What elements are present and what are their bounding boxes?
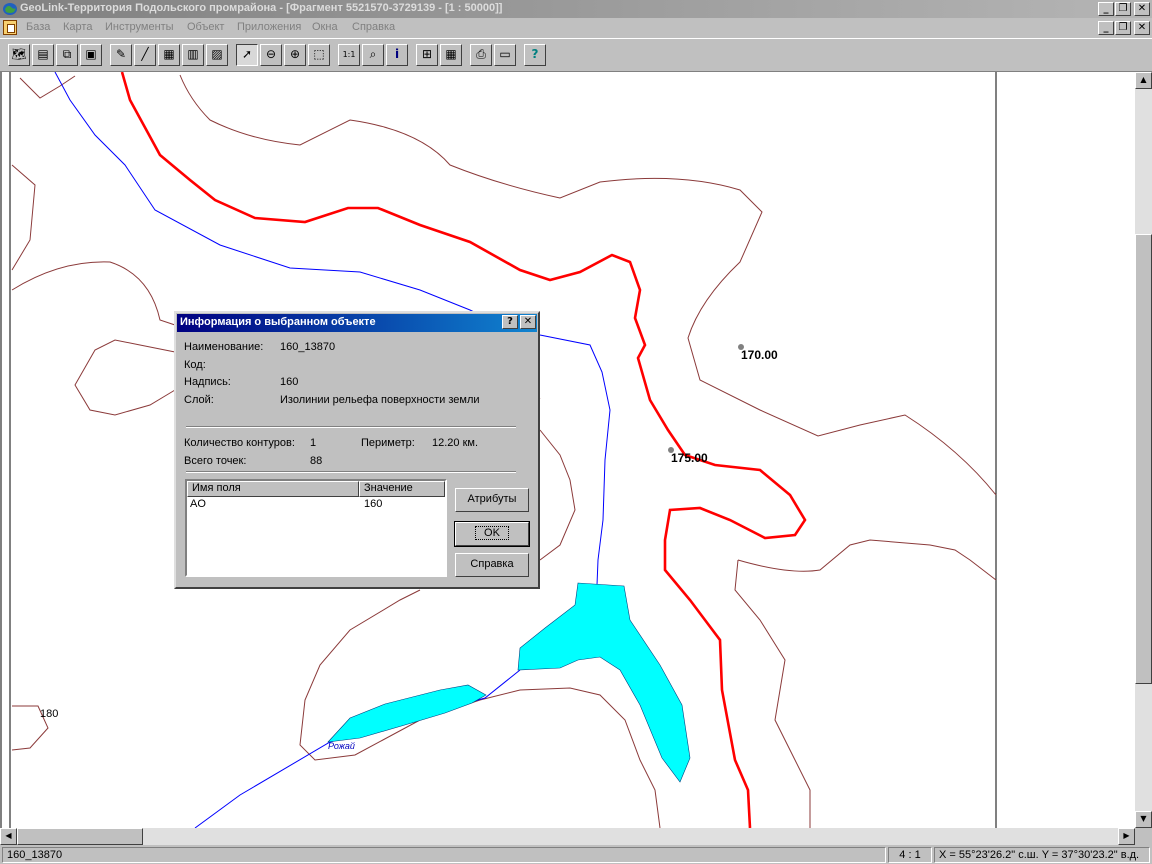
document-icon[interactable] xyxy=(3,20,17,35)
separator xyxy=(186,471,516,473)
window-title: GeoLink-Территория Подольского промрайон… xyxy=(20,2,503,14)
horizontal-scroll-thumb[interactable] xyxy=(17,828,143,845)
status-coordinates: X = 55°23'26.2" с.ш. Y = 37°30'23.2" в.д… xyxy=(934,847,1150,863)
dialog-close-button[interactable]: ✕ xyxy=(520,315,536,329)
water-body xyxy=(327,684,487,743)
zoom-area-icon[interactable]: ⬚ xyxy=(308,44,330,66)
title-bar[interactable]: GeoLink-Территория Подольского промрайон… xyxy=(0,0,1152,18)
status-scale: 4 : 1 xyxy=(888,847,932,863)
contour-line xyxy=(539,429,576,561)
attributes-button[interactable]: Атрибуты xyxy=(455,488,529,512)
menu-okna[interactable]: Окна xyxy=(312,21,338,33)
draw-line-icon[interactable]: ╱ xyxy=(134,44,156,66)
fragment-icon[interactable]: ▣ xyxy=(80,44,102,66)
code-label: Код: xyxy=(184,359,206,371)
export-icon[interactable]: ▭ xyxy=(494,44,516,66)
contour-label-170: 170.00 xyxy=(741,348,778,362)
status-object-name: 160_13870 xyxy=(2,847,886,863)
contour-line xyxy=(11,261,176,326)
contour-line xyxy=(11,164,36,271)
points-value: 88 xyxy=(310,455,323,467)
menu-baza[interactable]: База xyxy=(26,21,50,33)
scroll-right-button[interactable]: ▶ xyxy=(1118,828,1135,845)
help-button[interactable]: Справка xyxy=(455,553,529,577)
restore-button[interactable]: ❐ xyxy=(1115,2,1131,16)
name-value: 160_13870 xyxy=(280,341,336,353)
geolink-app-icon[interactable] xyxy=(2,1,18,17)
save-icon[interactable]: ▦ xyxy=(158,44,180,66)
layers-icon[interactable]: ▤ xyxy=(32,44,54,66)
copy-map-icon[interactable]: ⧉ xyxy=(56,44,78,66)
child-minimize-button[interactable]: _ xyxy=(1098,21,1114,35)
contours-value: 1 xyxy=(310,437,317,449)
attribute-list[interactable]: Имя поля Значение AO 160 xyxy=(185,479,447,577)
close-button[interactable]: ✕ xyxy=(1134,2,1150,16)
info-icon[interactable]: i xyxy=(386,44,408,66)
column-header-field[interactable]: Имя поля xyxy=(187,481,359,497)
field-name-cell: AO xyxy=(190,498,206,510)
status-bar: 160_13870 4 : 1 X = 55°23'26.2" с.ш. Y =… xyxy=(0,845,1152,864)
vertical-scrollbar[interactable]: ▲ ▼ xyxy=(1135,72,1152,828)
zoom-in-icon[interactable]: ⊕ xyxy=(284,44,306,66)
dialog-title: Информация о выбранном объекте xyxy=(180,316,376,328)
menu-instrumenty[interactable]: Инструменты xyxy=(105,21,174,33)
scale-icon[interactable]: 1:1 xyxy=(338,44,360,66)
zoom-out-icon[interactable]: ⊖ xyxy=(260,44,282,66)
object-info-dialog: Информация о выбранном объекте ? ✕ Наиме… xyxy=(174,311,540,589)
help-icon[interactable]: ? xyxy=(524,44,546,66)
horizontal-scrollbar[interactable]: ◀ ▶ xyxy=(0,828,1135,845)
print-icon[interactable]: ⎙ xyxy=(470,44,492,66)
menu-bar: База Карта Инструменты Объект Приложения… xyxy=(0,18,1152,38)
points-label: Всего точек: xyxy=(184,455,247,467)
water-bodies xyxy=(327,582,691,783)
menu-obekt[interactable]: Объект xyxy=(187,21,224,33)
layer-label: Слой: xyxy=(184,394,214,406)
contour-label-175: 175.00 xyxy=(671,451,708,465)
scroll-corner xyxy=(1135,828,1152,845)
map-view[interactable]: 170.00 175.00 180 Рожай xyxy=(0,72,1135,828)
contour-line xyxy=(74,339,176,416)
dialog-help-button[interactable]: ? xyxy=(502,315,518,329)
find-icon[interactable]: ⌕ xyxy=(362,44,384,66)
child-close-button[interactable]: ✕ xyxy=(1134,21,1150,35)
edit-object-icon[interactable]: ✎ xyxy=(110,44,132,66)
ok-button-label: OK xyxy=(475,526,509,540)
menu-prilozheniya[interactable]: Приложения xyxy=(237,21,301,33)
scroll-left-button[interactable]: ◀ xyxy=(0,828,17,845)
list-item[interactable]: AO 160 xyxy=(187,497,445,512)
pointer-icon[interactable]: ➚ xyxy=(236,44,258,66)
river-name-label: Рожай xyxy=(328,741,355,751)
column-header-value[interactable]: Значение xyxy=(359,481,445,497)
scroll-up-button[interactable]: ▲ xyxy=(1135,72,1152,89)
minimize-button[interactable]: _ xyxy=(1098,2,1114,16)
contours-label: Количество контуров: xyxy=(184,437,295,449)
perimeter-value: 12.20 км. xyxy=(432,437,479,449)
separator xyxy=(186,426,516,428)
toolbar: 🗺 ▤ ⧉ ▣ ✎ ╱ ▦ ▥ ▨ ➚ ⊖ ⊕ ⬚ 1:1 ⌕ i ⊞ ▦ ⎙ … xyxy=(0,38,1152,72)
child-restore-button[interactable]: ❐ xyxy=(1115,21,1131,35)
menu-karta[interactable]: Карта xyxy=(63,21,92,33)
caption-value: 160 xyxy=(280,376,299,388)
water-body xyxy=(517,582,691,783)
perimeter-label: Периметр: xyxy=(361,437,415,449)
map-canvas[interactable] xyxy=(2,72,1135,828)
ok-button[interactable]: OK xyxy=(454,521,530,547)
layer-value: Изолинии рельефа поверхности земли xyxy=(280,394,480,406)
edit-attributes-icon[interactable]: ▥ xyxy=(182,44,204,66)
open-map-icon[interactable]: 🗺 xyxy=(8,44,30,66)
scroll-down-button[interactable]: ▼ xyxy=(1135,811,1152,828)
table-icon[interactable]: ▦ xyxy=(440,44,462,66)
contour-line xyxy=(737,539,997,581)
vertical-scroll-thumb[interactable] xyxy=(1135,234,1152,684)
caption-label: Надпись: xyxy=(184,376,231,388)
field-value-cell: 160 xyxy=(364,498,383,510)
dialog-title-bar[interactable]: Информация о выбранном объекте xyxy=(177,314,537,332)
name-label: Наименование: xyxy=(184,341,264,353)
menu-spravka[interactable]: Справка xyxy=(352,21,395,33)
contour-label-180: 180 xyxy=(40,708,59,720)
new-window-icon[interactable]: ⊞ xyxy=(416,44,438,66)
chart-edit-icon[interactable]: ▨ xyxy=(206,44,228,66)
